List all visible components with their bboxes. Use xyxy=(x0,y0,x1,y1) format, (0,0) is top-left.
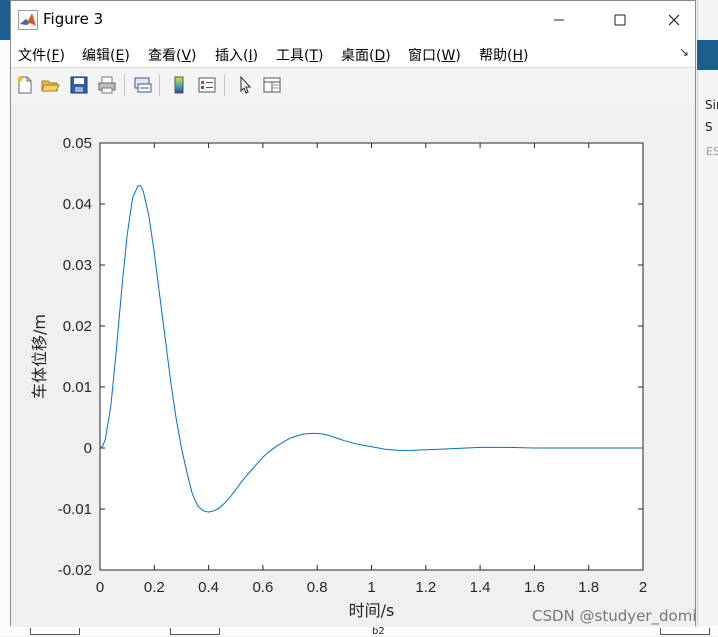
y-tick-label: 0 xyxy=(84,440,92,457)
menu-desktop[interactable]: 桌面(D) xyxy=(341,45,391,65)
x-tick-label: 1.6 xyxy=(524,579,545,596)
x-tick-label: 2 xyxy=(639,579,647,596)
x-tick-label: 0.6 xyxy=(252,579,273,596)
close-icon xyxy=(668,14,680,26)
y-tick-label: 0.04 xyxy=(63,196,92,213)
window-title: Figure 3 xyxy=(43,10,104,28)
close-button[interactable] xyxy=(651,1,697,39)
maximize-button[interactable] xyxy=(597,1,643,39)
menu-window[interactable]: 窗口(W) xyxy=(408,45,461,65)
menu-bar: 文件(F) 编辑(E) 查看(V) 插入(I) 工具(T) 桌面(D) 窗口(W… xyxy=(11,39,695,67)
property-inspector-button[interactable] xyxy=(260,73,284,97)
y-tick-label: 0.02 xyxy=(63,318,92,335)
y-tick-label: 0.05 xyxy=(63,135,92,152)
open-file-icon xyxy=(41,80,60,92)
link-plot-icon xyxy=(134,77,152,93)
background-window-bottom: b2 xyxy=(0,626,718,637)
x-tick-label: 1 xyxy=(367,579,375,596)
plot-area xyxy=(99,142,644,571)
minimize-button[interactable] xyxy=(536,1,582,39)
y-tick-label: 0.01 xyxy=(63,379,92,396)
x-tick-label: 1.4 xyxy=(470,579,491,596)
colorbar-icon xyxy=(174,76,184,94)
figure-window: Figure 3 文件(F) 编辑(E) 查看(V) 插入(I) 工具(T) 桌… xyxy=(10,0,696,627)
figure-toolbar xyxy=(11,67,695,105)
property-inspector-icon xyxy=(263,77,281,93)
edit-plot-icon xyxy=(240,75,252,94)
print-button[interactable] xyxy=(95,73,119,97)
toolbar-separator xyxy=(159,74,160,96)
x-tick-label: 0.2 xyxy=(144,579,165,596)
toolbar-separator xyxy=(224,74,225,96)
x-tick-label: 0 xyxy=(96,579,104,596)
y-tick-label: -0.01 xyxy=(58,501,92,518)
link-plot-button[interactable] xyxy=(131,73,155,97)
minimize-icon xyxy=(554,19,564,21)
x-axis-label: 时间/s xyxy=(349,601,395,620)
menu-insert[interactable]: 插入(I) xyxy=(215,45,258,65)
background-window-left-tab xyxy=(0,0,10,40)
background-block-label: b2 xyxy=(372,626,385,637)
new-figure-icon xyxy=(17,76,32,94)
legend-icon xyxy=(198,77,216,93)
edit-plot-button[interactable] xyxy=(233,73,257,97)
y-tick-label: -0.02 xyxy=(58,562,92,579)
x-tick-label: 1.2 xyxy=(415,579,436,596)
background-window-right-strip xyxy=(697,40,718,70)
menu-view[interactable]: 查看(V) xyxy=(148,45,197,65)
save-button[interactable] xyxy=(67,73,91,97)
menu-tools[interactable]: 工具(T) xyxy=(276,45,324,65)
x-tick-label: 0.8 xyxy=(307,579,328,596)
maximize-icon xyxy=(614,14,626,26)
insert-legend-button[interactable] xyxy=(195,73,219,97)
background-right-text: Sir S xyxy=(705,98,718,134)
axes[interactable]: 0 0.2 0.4 0.6 0.8 1 1.2 1.4 1.6 1.8 2 -0.02 -0.01 0 0.… xyxy=(11,104,697,627)
dock-figure-icon[interactable]: ↘ xyxy=(679,45,689,59)
background-right-text-2: ES xyxy=(706,145,718,158)
open-file-button[interactable] xyxy=(38,73,62,97)
save-icon xyxy=(70,76,88,94)
matlab-logo-icon xyxy=(18,10,38,30)
title-bar[interactable]: Figure 3 xyxy=(11,1,695,39)
menu-edit[interactable]: 编辑(E) xyxy=(82,45,130,65)
new-figure-button[interactable] xyxy=(13,73,37,97)
insert-colorbar-button[interactable] xyxy=(167,73,191,97)
x-tick-label: 0.4 xyxy=(198,579,219,596)
toolbar-separator xyxy=(124,74,125,96)
background-window-left xyxy=(0,0,10,636)
menu-help[interactable]: 帮助(H) xyxy=(479,45,528,65)
watermark: CSDN @studyer_domi xyxy=(532,607,697,625)
y-tick-label: 0.03 xyxy=(63,257,92,274)
x-tick-label: 1.8 xyxy=(578,579,599,596)
y-axis-label: 车体位移/m xyxy=(30,314,49,399)
print-icon xyxy=(98,76,116,94)
menu-file[interactable]: 文件(F) xyxy=(18,45,65,65)
figure-canvas: 0 0.2 0.4 0.6 0.8 1 1.2 1.4 1.6 1.8 2 -0.02 -0.01 0 0.… xyxy=(11,104,695,627)
